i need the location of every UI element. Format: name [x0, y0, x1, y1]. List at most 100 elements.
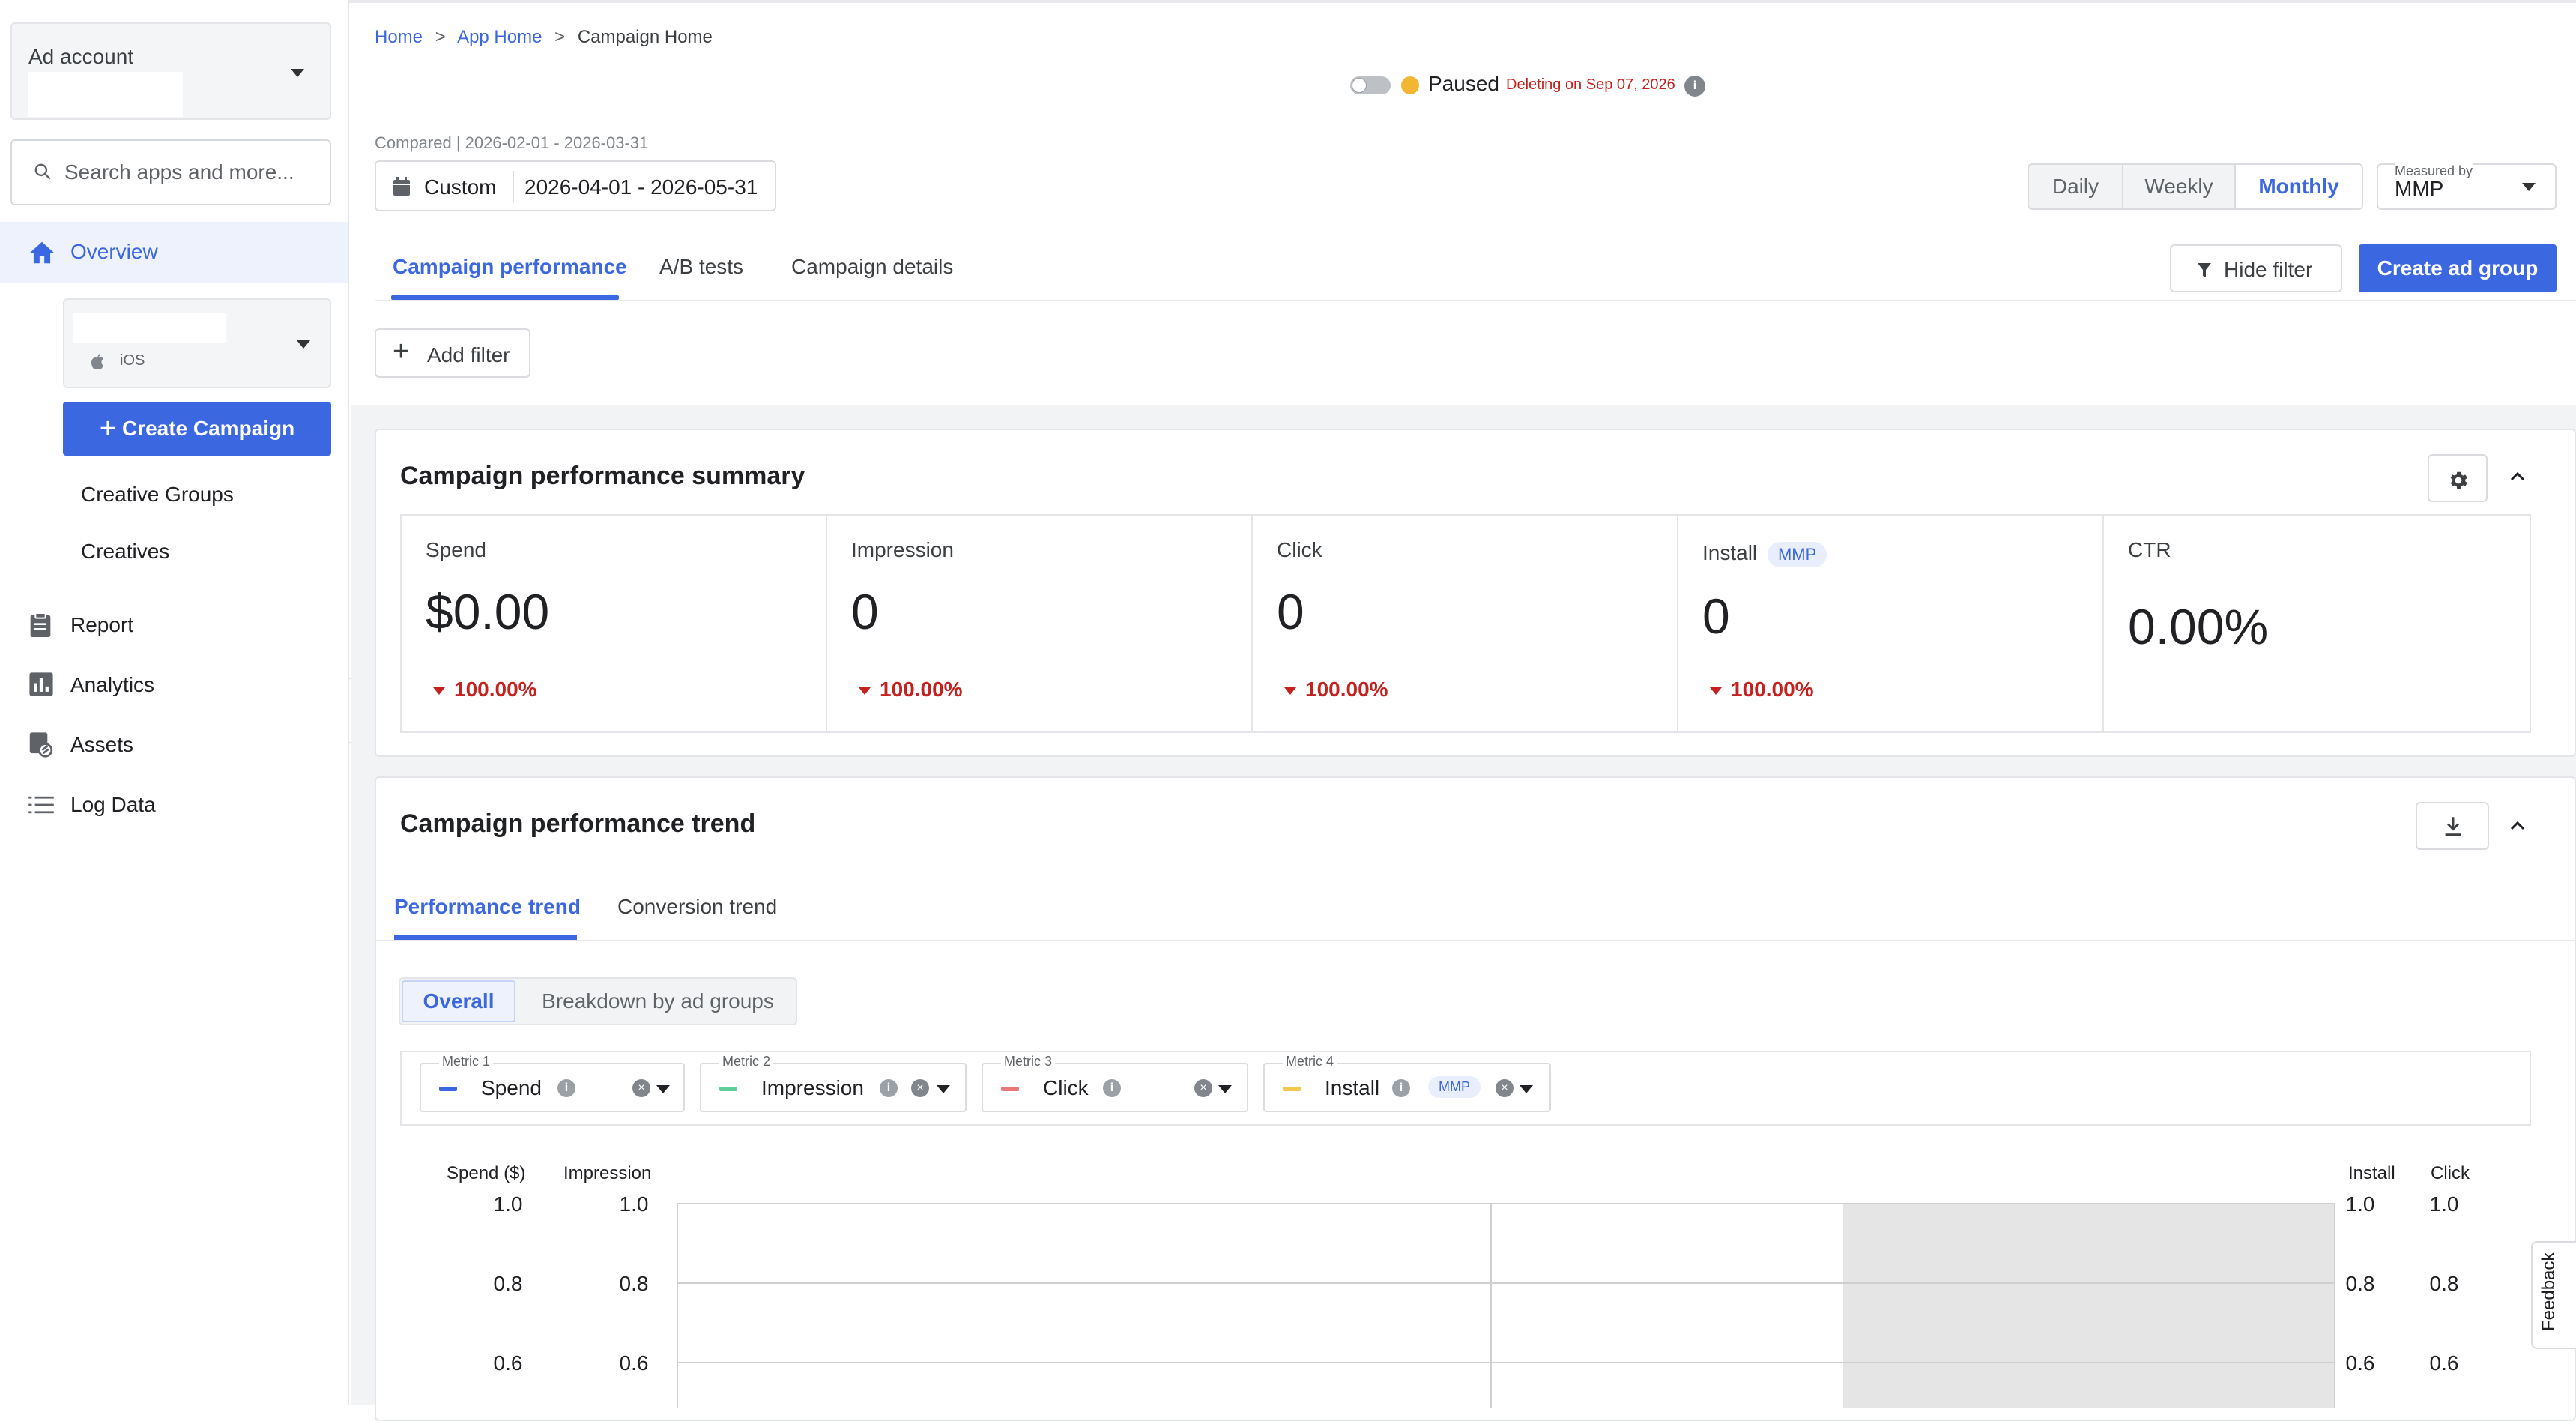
chevron-up-icon[interactable]: [2509, 818, 2527, 833]
tab-campaign-details[interactable]: Campaign details: [791, 255, 953, 279]
summary-title: Campaign performance summary: [400, 462, 805, 490]
ad-account-name-redacted: [28, 72, 183, 117]
download-button[interactable]: [2416, 802, 2489, 850]
chevron-down-icon: [937, 1085, 950, 1093]
info-icon[interactable]: i: [880, 1079, 898, 1097]
info-icon[interactable]: i: [557, 1079, 575, 1097]
info-icon[interactable]: i: [1392, 1079, 1410, 1097]
arrow-down-icon: [433, 687, 445, 695]
sidebar-item-log-data[interactable]: Log Data: [0, 785, 348, 826]
tab-campaign-performance[interactable]: Campaign performance: [393, 255, 627, 279]
tab-ab-tests[interactable]: A/B tests: [659, 255, 743, 279]
sidebar-item-label: Assets: [70, 733, 134, 756]
measured-by-select[interactable]: Measured by MMP: [2377, 163, 2557, 210]
metric-delta-value: 100.00%: [454, 678, 537, 701]
ad-account-selector[interactable]: Ad account: [10, 22, 331, 120]
tabs-divider: [375, 300, 2576, 301]
calendar-icon: [393, 177, 410, 196]
date-range: 2026-04-01 - 2026-05-31: [524, 175, 758, 199]
top-border: [0, 0, 2576, 3]
arrow-down-icon: [1284, 687, 1296, 695]
metric-4-select[interactable]: Metric 4 Install i MMP ×: [1263, 1054, 1551, 1112]
clear-icon[interactable]: ×: [1496, 1079, 1514, 1097]
app-platform: iOS: [120, 352, 145, 369]
feedback-label: Feedback: [2539, 1252, 2559, 1331]
trend-chart: Spend ($) Impression Install Click 1.0 1.…: [376, 1153, 2576, 1408]
active-tab-indicator: [391, 295, 619, 300]
y-tick-label: 0.6: [2430, 1351, 2459, 1375]
metric-impression: Impression 0 100.00%: [827, 516, 1253, 731]
hide-filter-button[interactable]: Hide filter: [2170, 244, 2342, 292]
metric-delta: 100.00%: [433, 678, 537, 702]
tab-performance-trend[interactable]: Performance trend: [394, 895, 581, 919]
info-icon[interactable]: i: [1103, 1079, 1121, 1097]
y-tick-label: 1.0: [2346, 1192, 2375, 1216]
metric-name: Impression: [761, 1076, 864, 1099]
clear-icon[interactable]: ×: [1194, 1079, 1212, 1097]
status-label: Paused: [1428, 72, 1499, 95]
breadcrumb-separator: >: [435, 27, 446, 47]
sidebar: Ad account Search apps and more... Overv…: [0, 0, 349, 1405]
sidebar-item-overview[interactable]: Overview: [0, 222, 348, 283]
metric-2-select[interactable]: Metric 2 Impression i ×: [700, 1054, 967, 1112]
breadcrumb-home[interactable]: Home: [375, 27, 423, 47]
segment-breakdown[interactable]: Breakdown by ad groups: [520, 980, 796, 1022]
chevron-down-icon: [1218, 1085, 1232, 1093]
sidebar-item-creative-groups[interactable]: Creative Groups: [81, 483, 234, 507]
sidebar-item-analytics[interactable]: Analytics: [0, 666, 348, 706]
plus-icon: +: [99, 413, 116, 444]
clear-icon[interactable]: ×: [632, 1079, 650, 1097]
metric-label-text: Install: [1702, 541, 1758, 564]
metric-caption: Metric 4: [1283, 1054, 1337, 1069]
create-ad-group-button[interactable]: Create ad group: [2359, 244, 2557, 292]
y-tick-label: 0.6: [2346, 1351, 2375, 1375]
info-icon[interactable]: i: [1684, 76, 1705, 97]
metric-1-select[interactable]: Metric 1 Spend i ×: [420, 1054, 685, 1112]
campaign-toggle[interactable]: [1350, 76, 1391, 94]
date-preset: Custom: [424, 175, 497, 199]
create-campaign-label: Create Campaign: [121, 417, 295, 440]
metric-label: CTR: [2128, 538, 2171, 561]
metric-name: Spend: [481, 1076, 542, 1099]
date-range-picker[interactable]: Custom 2026-04-01 - 2026-05-31: [375, 160, 776, 211]
app-selector[interactable]: iOS: [63, 298, 331, 388]
tab-conversion-trend[interactable]: Conversion trend: [617, 895, 777, 919]
mmp-badge: MMP: [1428, 1076, 1481, 1098]
granularity-toggle: Daily Weekly Monthly: [2028, 163, 2363, 210]
metric-value: 0.00%: [2128, 599, 2269, 654]
y-tick-label: 0.8: [2346, 1272, 2375, 1295]
breadcrumb-app-home[interactable]: App Home: [457, 27, 542, 47]
sidebar-item-report[interactable]: Report: [0, 606, 348, 646]
download-icon: [2445, 817, 2461, 836]
search-placeholder: Search apps and more...: [64, 160, 294, 184]
breadcrumb-current: Campaign Home: [577, 27, 713, 47]
y-tick-label: 0.8: [2430, 1272, 2459, 1295]
metric-label: Impression: [851, 538, 954, 561]
summary-settings-button[interactable]: [2428, 454, 2488, 502]
home-icon: [30, 241, 54, 264]
granularity-monthly[interactable]: Monthly: [2236, 165, 2362, 208]
metric-name: Click: [1043, 1076, 1089, 1099]
summary-card: Campaign performance summary Spend $0.00…: [375, 429, 2576, 757]
chevron-up-icon[interactable]: [2509, 469, 2527, 484]
segment-overall[interactable]: Overall: [402, 980, 515, 1022]
sidebar-item-assets[interactable]: Assets: [0, 725, 348, 766]
series-swatch: [1001, 1087, 1019, 1091]
granularity-weekly[interactable]: Weekly: [2123, 165, 2236, 208]
metric-3-select[interactable]: Metric 3 Click i ×: [982, 1054, 1248, 1112]
sidebar-item-creatives[interactable]: Creatives: [81, 540, 169, 564]
add-filter-button[interactable]: + Add filter: [375, 328, 530, 378]
metric-delta: 100.00%: [859, 678, 963, 702]
y-tick-label: 0.6: [620, 1351, 649, 1375]
y-tick-label: 1.0: [494, 1192, 523, 1216]
sidebar-item-label: Report: [70, 613, 134, 636]
clear-icon[interactable]: ×: [911, 1079, 929, 1097]
feedback-button[interactable]: Feedback: [2531, 1241, 2576, 1349]
search-input[interactable]: Search apps and more...: [10, 139, 331, 205]
series-swatch: [439, 1087, 457, 1091]
create-campaign-button[interactable]: + Create Campaign: [63, 402, 331, 456]
metric-install: Install MMP 0 100.00%: [1678, 516, 2104, 731]
add-filter-label: Add filter: [427, 343, 510, 366]
mmp-badge: MMP: [1767, 542, 1827, 567]
granularity-daily[interactable]: Daily: [2029, 165, 2123, 208]
